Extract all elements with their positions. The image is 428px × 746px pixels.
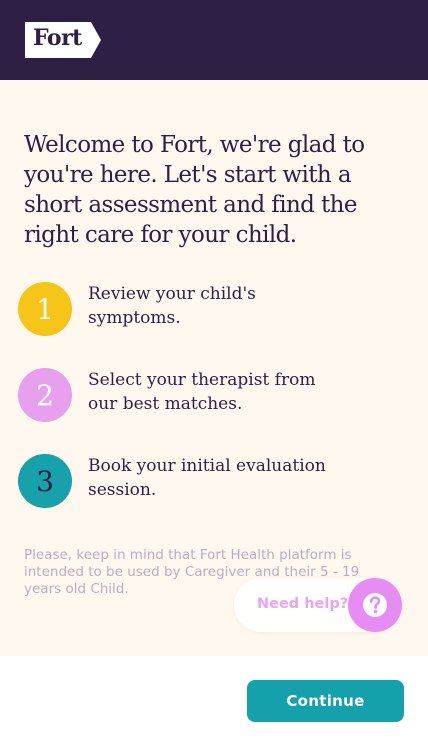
need-help-widget[interactable]: Need help?: [234, 578, 402, 632]
step-number: 1: [36, 292, 54, 326]
step-number: 3: [36, 464, 54, 498]
step-text: Select your therapist from our best matc…: [88, 370, 316, 414]
step-number-badge: 3: [18, 454, 72, 508]
app-header: Fort: [0, 0, 428, 80]
main-content: Welcome to Fort, we're glad to you're he…: [0, 80, 428, 656]
step-book-evaluation: 3 Book your initial evaluation session.: [18, 454, 418, 510]
footer-bar: Continue: [0, 656, 428, 746]
step-review-symptoms: 1 Review your child's symptoms.: [18, 282, 418, 338]
step-text: Review your child's symptoms.: [88, 284, 256, 328]
need-help-label[interactable]: Need help?: [257, 596, 348, 612]
step-number-badge: 2: [18, 368, 72, 422]
step-number-badge: 1: [18, 282, 72, 336]
logo-text: Fort: [33, 25, 82, 51]
step-number: 2: [36, 378, 54, 412]
continue-button[interactable]: Continue: [247, 680, 404, 722]
step-select-therapist: 2 Select your therapist from our best ma…: [18, 368, 418, 424]
question-mark-glyph: [363, 593, 387, 617]
question-mark-icon[interactable]: [348, 578, 402, 632]
welcome-headline: Welcome to Fort, we're glad to you're he…: [24, 132, 365, 248]
fort-logo[interactable]: Fort: [25, 22, 101, 58]
step-text: Book your initial evaluation session.: [88, 456, 326, 500]
